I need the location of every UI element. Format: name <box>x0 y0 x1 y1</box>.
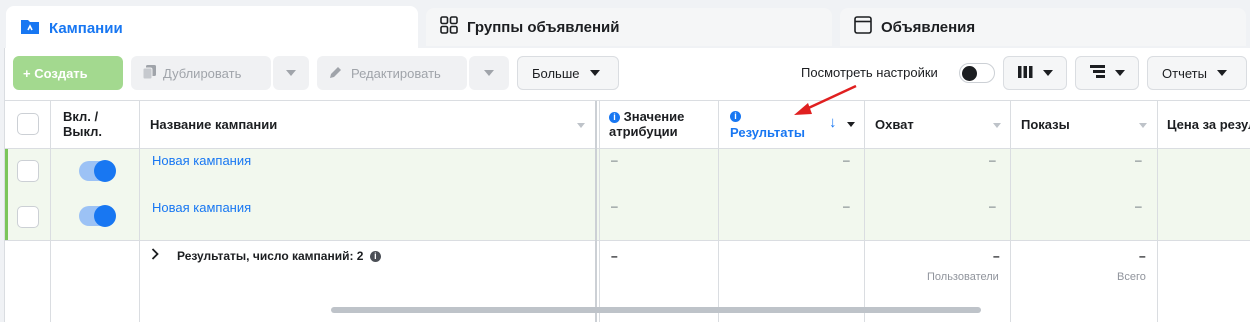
summary-attribution-value: – <box>611 249 618 263</box>
chevron-right-icon[interactable] <box>151 248 159 263</box>
view-settings-label: Посмотреть настройки <box>801 65 938 80</box>
info-icon[interactable]: i <box>369 251 381 262</box>
reports-button-label: Отчеты <box>1162 65 1207 81</box>
row-checkbox[interactable] <box>17 160 39 182</box>
campaigns-panel: + Создать Дублировать Редактировать Боль… <box>4 48 1250 322</box>
col-divider <box>599 101 600 322</box>
folder-icon <box>20 18 40 39</box>
reach-value: – <box>989 153 996 167</box>
campaign-name-link[interactable]: Новая кампания <box>152 200 251 215</box>
sort-icon[interactable] <box>577 123 585 128</box>
chevron-down-icon <box>1042 70 1053 76</box>
results-value: – <box>843 199 850 213</box>
tab-ads-label: Объявления <box>881 18 976 36</box>
duplicate-button-label: Дублировать <box>163 65 242 81</box>
summary-reach-subtitle: Пользователи <box>927 271 999 283</box>
chevron-down-icon <box>589 70 600 76</box>
pencil-icon <box>329 65 343 82</box>
chevron-down-icon <box>1114 70 1125 76</box>
duplicate-button[interactable]: Дублировать <box>131 56 271 90</box>
chevron-down-icon <box>484 70 494 76</box>
edit-dropdown-button[interactable] <box>469 56 509 90</box>
attribution-value: – <box>611 199 618 213</box>
tab-ads[interactable]: Объявления <box>840 8 1246 46</box>
col-header-attribution[interactable]: i Значение атрибуции <box>609 109 709 139</box>
frozen-divider <box>595 101 597 322</box>
chevron-down-icon <box>1216 70 1227 76</box>
edit-button-label: Редактировать <box>351 65 441 81</box>
col-header-reach[interactable]: Охват <box>875 117 914 132</box>
info-icon[interactable]: i <box>609 112 620 123</box>
annotation-arrow-icon <box>794 84 857 115</box>
edit-button[interactable]: Редактировать <box>317 56 467 90</box>
info-icon[interactable]: i <box>730 111 741 122</box>
col-divider <box>139 101 140 322</box>
col-header-name[interactable]: Название кампании <box>150 117 277 132</box>
more-button-label: Больше <box>532 65 580 81</box>
columns-button[interactable] <box>1003 56 1067 90</box>
sort-icon[interactable] <box>1139 123 1147 128</box>
summary-top-border <box>5 240 1250 241</box>
ads-manager: Кампании Группы объявлений Объявления + … <box>0 0 1250 322</box>
breakdown-button[interactable] <box>1075 56 1139 90</box>
col-header-results-label: Результаты <box>730 125 805 140</box>
summary-impressions-subtitle: Всего <box>1117 271 1146 283</box>
col-header-impressions[interactable]: Показы <box>1021 117 1070 132</box>
select-all-checkbox[interactable] <box>17 113 39 135</box>
col-header-attribution-label: Значение атрибуции <box>609 109 685 139</box>
campaign-name-link[interactable]: Новая кампания <box>152 153 251 168</box>
results-value: – <box>843 153 850 167</box>
summary-reach-value: – <box>993 249 1000 263</box>
tab-ad-sets[interactable]: Группы объявлений <box>426 8 832 46</box>
summary-row: Результаты, число кампаний: 2 i <box>177 249 381 263</box>
row-checkbox[interactable] <box>17 206 39 228</box>
campaign-toggle[interactable] <box>79 205 116 227</box>
col-header-onoff[interactable]: Вкл. / Выкл. <box>63 109 123 139</box>
create-button[interactable]: + Создать <box>13 56 123 90</box>
summary-label: Результаты, число кампаний: 2 <box>177 249 364 263</box>
tab-ad-sets-label: Группы объявлений <box>467 18 620 36</box>
impressions-value: – <box>1135 153 1142 167</box>
campaign-toggle[interactable] <box>79 160 116 182</box>
col-divider <box>864 101 865 322</box>
col-divider <box>718 101 719 322</box>
reports-button[interactable]: Отчеты <box>1147 56 1247 90</box>
create-button-label: + Создать <box>23 65 88 81</box>
table-top-border <box>5 100 1250 101</box>
summary-impressions-value: – <box>1139 249 1146 263</box>
sort-icon[interactable] <box>993 123 1001 128</box>
col-divider <box>1010 101 1011 322</box>
copy-icon <box>142 64 156 82</box>
horizontal-scrollbar[interactable] <box>331 307 981 313</box>
duplicate-dropdown-button[interactable] <box>273 56 309 90</box>
chevron-down-icon <box>286 70 296 76</box>
view-settings-toggle[interactable] <box>959 63 995 83</box>
more-button[interactable]: Больше <box>517 56 619 90</box>
col-header-cost-per-result[interactable]: Цена за результат <box>1167 117 1250 132</box>
grid-icon <box>440 16 458 38</box>
columns-icon <box>1017 65 1033 81</box>
tab-campaigns[interactable]: Кампании <box>6 6 418 50</box>
reach-value: – <box>989 199 996 213</box>
tab-campaigns-label: Кампании <box>49 19 123 37</box>
impressions-value: – <box>1135 199 1142 213</box>
col-divider <box>1157 101 1158 322</box>
col-divider <box>50 101 51 322</box>
attribution-value: – <box>611 153 618 167</box>
ad-window-icon <box>854 16 872 38</box>
breakdown-icon <box>1089 65 1105 81</box>
column-menu-icon[interactable] <box>847 122 855 127</box>
